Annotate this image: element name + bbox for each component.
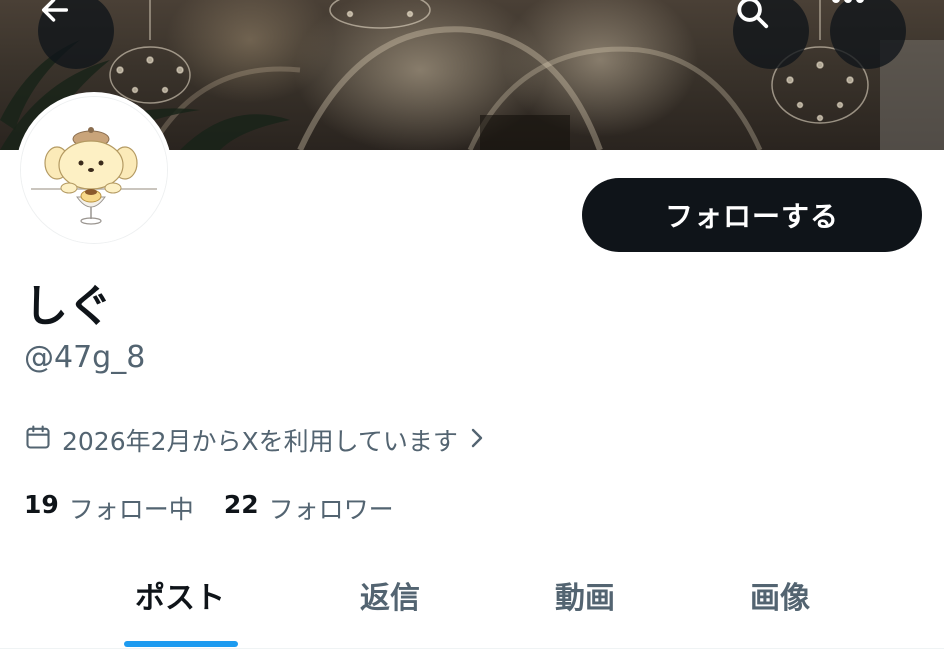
calendar-icon bbox=[24, 423, 52, 457]
user-handle: @47g_8 bbox=[24, 340, 146, 375]
avatar[interactable] bbox=[20, 96, 168, 244]
tab-posts-label: ポスト bbox=[135, 581, 225, 616]
pompompurin-avatar-image bbox=[21, 97, 167, 243]
tab-posts[interactable]: ポスト bbox=[80, 560, 280, 630]
tab-replies-label: 返信 bbox=[360, 581, 420, 616]
chevron-right-icon bbox=[468, 426, 486, 455]
following-link[interactable]: 19 フォロー中 bbox=[24, 490, 224, 526]
following-label: フォロー中 bbox=[68, 495, 194, 524]
follow-button-label: フォローする bbox=[664, 200, 839, 233]
tab-media[interactable]: 画像 bbox=[680, 560, 880, 630]
followers-link[interactable]: 22 フォロワー bbox=[224, 490, 424, 526]
tab-replies[interactable]: 返信 bbox=[290, 560, 490, 630]
followers-count: 22 bbox=[223, 490, 259, 519]
followers-label: フォロワー bbox=[268, 495, 394, 524]
follow-button[interactable]: フォローする bbox=[582, 178, 922, 252]
tab-media-label: 画像 bbox=[750, 581, 810, 616]
profile-tabs: ポスト 返信 動画 画像 bbox=[0, 560, 944, 650]
tabs-divider bbox=[0, 648, 944, 649]
active-tab-indicator bbox=[124, 641, 238, 647]
tab-videos-label: 動画 bbox=[555, 581, 615, 616]
joined-date-row[interactable]: 2026年2月からXを利用しています bbox=[24, 422, 486, 458]
following-count: 19 bbox=[24, 490, 59, 519]
follow-stats: 19 フォロー中 22 フォロワー bbox=[24, 490, 424, 526]
display-name: しぐ bbox=[24, 281, 112, 332]
tab-videos[interactable]: 動画 bbox=[485, 560, 685, 630]
joined-date-text: 2026年2月からXを利用しています bbox=[62, 427, 458, 456]
